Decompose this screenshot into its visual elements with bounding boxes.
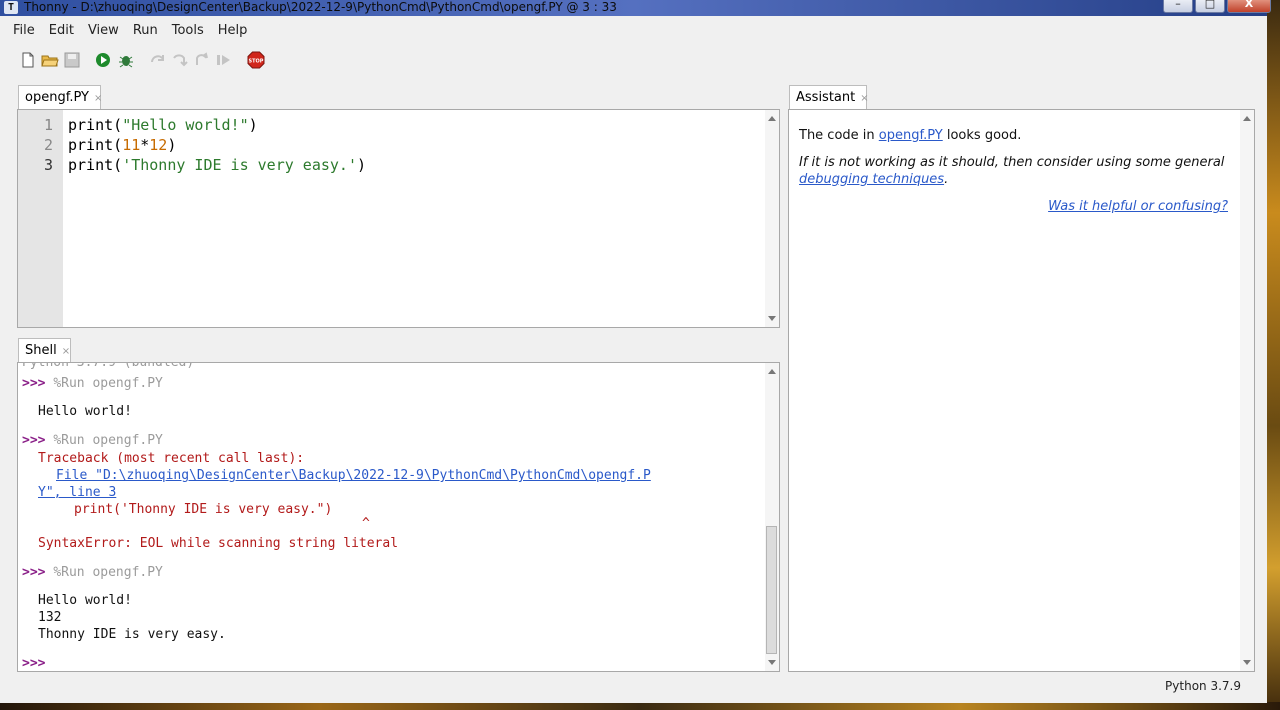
tab-assistant[interactable]: Assistant ×	[789, 85, 869, 109]
tab-close-icon[interactable]: ×	[62, 346, 70, 357]
desktop-wallpaper-bottom	[0, 702, 1280, 710]
assistant-tab-label: Assistant	[796, 90, 856, 105]
stop-button[interactable]: STOP	[246, 48, 266, 72]
line-number: 1	[43, 116, 53, 134]
step-over-button[interactable]	[148, 48, 168, 72]
shell-command-line: >>> %Run opengf.PY	[22, 565, 163, 580]
shell-command-line: >>> %Run opengf.PY	[22, 433, 163, 448]
step-into-icon	[173, 54, 188, 67]
stop-icon-label: STOP	[249, 59, 264, 65]
scroll-up-icon[interactable]	[1243, 116, 1251, 121]
shell-command-line: >>> %Run opengf.PY	[22, 376, 163, 391]
menu-bar: File Edit View Run Tools Help	[0, 21, 254, 41]
shell-banner: Python 3.7.9 (bundled)	[22, 362, 195, 370]
desktop-wallpaper-edge	[1266, 0, 1280, 710]
thonny-app-icon: T	[4, 1, 18, 14]
traceback-file-link[interactable]: File "D:\zhuoqing\DesignCenter\Backup\20…	[56, 468, 651, 483]
shell-output: Thonny IDE is very easy.	[38, 627, 226, 642]
line-number: 2	[43, 136, 53, 154]
save-icon	[64, 52, 80, 68]
run-button[interactable]	[93, 48, 113, 72]
run-icon	[96, 53, 110, 67]
tab-close-icon[interactable]: ×	[860, 93, 868, 104]
tab-shell[interactable]: Shell ×	[18, 338, 71, 362]
syntax-error-message: SyntaxError: EOL while scanning string l…	[38, 536, 399, 551]
shell-scrollbar[interactable]	[765, 363, 779, 671]
resume-icon	[217, 55, 230, 65]
open-folder-icon	[41, 55, 59, 67]
new-file-button[interactable]	[18, 48, 38, 72]
close-button[interactable]: X	[1227, 0, 1271, 13]
shell-tab-label: Shell	[25, 343, 57, 358]
assistant-pane: The code in opengf.PY looks good. If it …	[788, 109, 1255, 672]
shell-pane[interactable]: Python 3.7.9 (bundled) >>> %Run opengf.P…	[17, 362, 780, 672]
line-number-gutter: 1 2 3	[18, 110, 63, 327]
save-button[interactable]	[62, 48, 82, 72]
assistant-message: The code in opengf.PY looks good.	[799, 128, 1022, 143]
python-version-status[interactable]: Python 3.7.9	[1165, 679, 1241, 693]
shell-output: 132	[38, 610, 62, 625]
scroll-down-icon[interactable]	[1243, 660, 1251, 665]
tab-close-icon[interactable]: ×	[94, 93, 102, 104]
maximize-button[interactable]: □	[1195, 0, 1225, 13]
scroll-down-icon[interactable]	[768, 660, 776, 665]
step-out-icon	[196, 52, 208, 65]
menu-tools[interactable]: Tools	[165, 21, 211, 41]
window-controls: – □ X	[1161, 0, 1271, 13]
assistant-hint: If it is not working as it should, then …	[799, 155, 1225, 170]
traceback-header: Traceback (most recent call last):	[38, 451, 305, 466]
title-bar[interactable]: T Thonny - D:\zhuoqing\DesignCenter\Back…	[0, 0, 1271, 16]
menu-file[interactable]: File	[6, 21, 42, 41]
window-title: Thonny - D:\zhuoqing\DesignCenter\Backup…	[24, 0, 617, 14]
step-out-button[interactable]	[192, 48, 212, 72]
scroll-up-icon[interactable]	[768, 116, 776, 121]
menu-view[interactable]: View	[81, 21, 126, 41]
resume-button[interactable]	[214, 48, 234, 72]
scroll-down-icon[interactable]	[768, 316, 776, 321]
line-number: 3	[43, 156, 53, 174]
minimize-button[interactable]: –	[1163, 0, 1193, 13]
new-file-icon	[22, 52, 34, 68]
step-over-icon	[151, 55, 164, 63]
assistant-hint-2: debugging techniques.	[799, 172, 949, 187]
scroll-up-icon[interactable]	[768, 369, 776, 374]
code-line[interactable]: print('Thonny IDE is very easy.')	[68, 156, 366, 174]
debugging-techniques-link[interactable]: debugging techniques	[799, 172, 944, 187]
assistant-scrollbar[interactable]	[1240, 110, 1254, 671]
traceback-code: print('Thonny IDE is very easy.")	[74, 502, 333, 517]
file-link[interactable]: opengf.PY	[879, 128, 943, 143]
traceback-file-link[interactable]: Y", line 3	[38, 485, 116, 500]
error-caret: ^	[362, 516, 370, 531]
tab-editor-opengf[interactable]: opengf.PY ×	[18, 85, 102, 109]
menu-help[interactable]: Help	[211, 21, 255, 41]
step-into-button[interactable]	[170, 48, 190, 72]
editor-pane[interactable]: 1 2 3 print("Hello world!") print(11*12)…	[17, 109, 780, 328]
thonny-window: T Thonny - D:\zhuoqing\DesignCenter\Back…	[0, 0, 1271, 703]
shell-output: Hello world!	[38, 404, 132, 419]
code-line[interactable]: print(11*12)	[68, 136, 176, 154]
menu-run[interactable]: Run	[126, 21, 165, 41]
shell-input-prompt[interactable]: >>>	[22, 656, 45, 671]
editor-scrollbar[interactable]	[765, 110, 779, 327]
feedback-link[interactable]: Was it helpful or confusing?	[1048, 199, 1228, 214]
debug-icon	[119, 56, 133, 68]
scroll-thumb[interactable]	[766, 526, 777, 654]
editor-tab-label: opengf.PY	[25, 90, 89, 105]
shell-output: Hello world!	[38, 593, 132, 608]
menu-edit[interactable]: Edit	[42, 21, 81, 41]
open-file-button[interactable]	[40, 48, 60, 72]
debug-button[interactable]	[116, 48, 136, 72]
stop-icon: STOP	[247, 51, 265, 69]
code-line[interactable]: print("Hello world!")	[68, 116, 258, 134]
